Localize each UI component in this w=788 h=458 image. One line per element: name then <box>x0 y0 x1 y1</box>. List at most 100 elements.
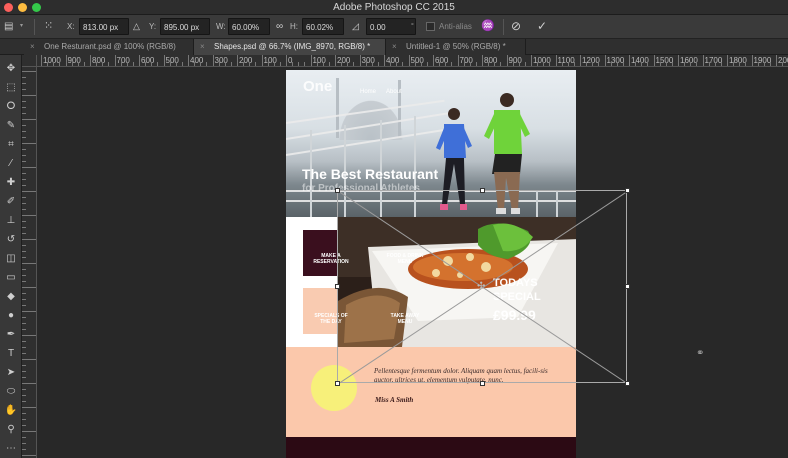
link-icon[interactable]: ∞ <box>276 18 286 35</box>
ruler-tick <box>59 62 61 66</box>
ruler-tick <box>22 83 26 84</box>
transform-handle-bottom-right[interactable] <box>625 381 630 386</box>
ruler-tick <box>782 62 784 66</box>
reference-point-icon[interactable]: ⁙ <box>44 18 60 35</box>
ruler-label: 400 <box>190 56 204 65</box>
options-bar: ▤ ▾ ⁙ X: 813.00 px △ Y: 895.00 px W: 60.… <box>0 15 788 39</box>
lasso-tool-icon[interactable]: ⵔ <box>3 99 19 115</box>
relative-position-icon[interactable]: △ <box>133 18 143 35</box>
vertical-ruler[interactable] <box>22 67 37 458</box>
canvas-area[interactable]: One Home About The Best Restaurant for P… <box>37 67 788 458</box>
transform-handle-top-right[interactable] <box>625 188 630 193</box>
cancel-transform-icon[interactable]: ⊘ <box>511 18 525 35</box>
commit-transform-icon[interactable]: ✓ <box>537 18 551 35</box>
ruler-tick <box>53 62 55 66</box>
ruler-tick <box>22 197 26 198</box>
transform-bounding-box[interactable]: ✣ <box>335 188 630 386</box>
nav-item-about[interactable]: About <box>386 89 402 95</box>
title-bar: Adobe Photoshop CC 2015 <box>0 0 788 15</box>
close-tab-icon[interactable]: × <box>30 39 35 55</box>
ellipse-tool-icon[interactable]: ⬭ <box>3 384 19 400</box>
ruler-tick <box>457 55 459 66</box>
ruler-tick <box>22 287 36 288</box>
x-input[interactable]: 813.00 px <box>79 18 129 35</box>
ruler-label: 100 <box>263 56 277 65</box>
healing-brush-tool-icon[interactable]: ✚ <box>3 175 19 191</box>
ruler-tick <box>22 173 26 174</box>
brush-tool-icon[interactable]: ✐ <box>3 194 19 210</box>
horizontal-ruler[interactable]: 1000 900 800 700 600 500 400 300 200 100 0 100 200 30… <box>37 55 788 67</box>
ruler-tick <box>316 62 318 66</box>
transform-handle-right[interactable] <box>625 284 630 289</box>
chevron-down-icon[interactable]: ▾ <box>20 18 28 35</box>
ruler-tick <box>22 305 26 306</box>
ruler-tick <box>22 425 26 426</box>
height-input[interactable]: 60.02% <box>302 18 344 35</box>
type-tool-icon[interactable]: T <box>3 346 19 362</box>
specials-tile[interactable] <box>303 288 339 334</box>
path-selection-tool-icon[interactable]: ➤ <box>3 365 19 381</box>
marquee-tool-icon[interactable]: ⬚ <box>3 80 19 96</box>
eyedropper-tool-icon[interactable]: ⁄ <box>3 156 19 172</box>
transform-handle-top-left[interactable] <box>335 188 340 193</box>
tab-one-resturant[interactable]: × One Resturant.psd @ 100% (RGB/8) <box>24 39 194 55</box>
ruler-tick <box>22 125 26 126</box>
ruler-tick <box>255 62 257 66</box>
footer-band <box>286 437 576 458</box>
clone-stamp-tool-icon[interactable]: ⊥ <box>3 213 19 229</box>
ruler-label: 1600 <box>680 56 698 65</box>
ruler-tick <box>22 161 26 162</box>
quick-select-tool-icon[interactable]: ✎ <box>3 118 19 134</box>
width-input[interactable]: 60.00% <box>228 18 270 35</box>
tab-untitled[interactable]: × Untitled-1 @ 50% (RGB/8) * <box>386 39 526 55</box>
transform-center-icon[interactable]: ✣ <box>477 281 485 292</box>
hand-tool-icon[interactable]: ✋ <box>3 403 19 419</box>
gradient-tool-icon[interactable]: ▭ <box>3 270 19 286</box>
ruler-tick <box>286 55 287 66</box>
ruler-tick <box>727 55 728 66</box>
eraser-tool-icon[interactable]: ◫ <box>3 251 19 267</box>
ruler-tick <box>22 71 36 72</box>
warp-icon[interactable]: ♒ <box>481 18 495 35</box>
blur-tool-icon[interactable]: ◆ <box>3 289 19 305</box>
close-tab-icon[interactable]: × <box>200 39 205 55</box>
tab-shapes[interactable]: × Shapes.psd @ 66.7% (IMG_8970, RGB/8) * <box>194 39 386 55</box>
ruler-tick <box>77 62 79 66</box>
transform-handle-bottom-left[interactable] <box>335 381 340 386</box>
close-tab-icon[interactable]: × <box>392 39 397 55</box>
angle-input[interactable]: 0.00 <box>366 18 416 35</box>
ruler-tick <box>647 62 649 66</box>
ruler-tick <box>22 77 26 78</box>
ruler-tick <box>22 101 26 102</box>
zoom-tool-icon[interactable]: ⚲ <box>3 422 19 438</box>
ruler-tick <box>157 62 159 66</box>
ruler-tick <box>22 329 26 330</box>
ruler-label: 1000 <box>43 56 61 65</box>
crop-tool-icon[interactable]: ⌗ <box>3 137 19 153</box>
pen-tool-icon[interactable]: ✒ <box>3 327 19 343</box>
ruler-tick <box>243 62 245 66</box>
history-brush-tool-icon[interactable]: ↺ <box>3 232 19 248</box>
dodge-tool-icon[interactable]: ● <box>3 308 19 324</box>
nav-item-home[interactable]: Home <box>360 89 376 95</box>
ruler-tick <box>702 55 704 66</box>
ruler-tick <box>22 269 26 270</box>
ruler-tick <box>598 62 600 66</box>
ruler-tick <box>41 55 42 66</box>
ruler-tick <box>22 371 26 372</box>
transform-handle-top[interactable] <box>480 188 485 193</box>
transform-handle-bottom[interactable] <box>480 381 485 386</box>
ruler-tick <box>139 55 140 66</box>
ruler-tick <box>279 62 281 66</box>
ruler-tick <box>714 62 716 66</box>
tab-label: Untitled-1 @ 50% (RGB/8) * <box>406 42 506 51</box>
more-tools-icon[interactable]: ⋯ <box>3 441 19 457</box>
ruler-tick <box>414 62 416 66</box>
transform-handle-left[interactable] <box>335 284 340 289</box>
tool-preset-icon[interactable]: ▤ <box>4 18 18 35</box>
ruler-tick <box>22 263 36 264</box>
move-tool-icon[interactable]: ✥ <box>3 61 19 77</box>
ruler-tick <box>549 62 551 66</box>
antialias-checkbox[interactable] <box>426 22 435 31</box>
y-input[interactable]: 895.00 px <box>160 18 210 35</box>
